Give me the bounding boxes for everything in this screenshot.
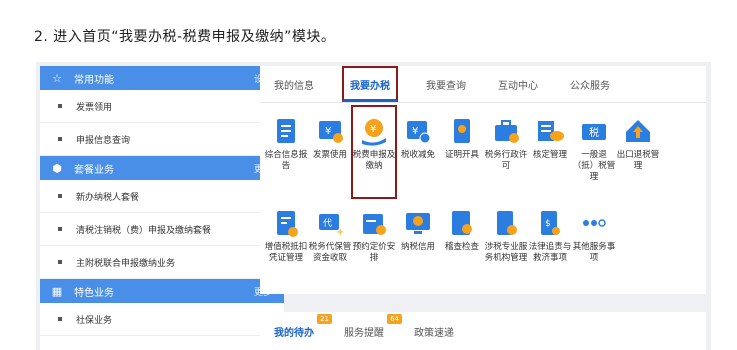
calendar-icon xyxy=(363,214,386,235)
svg-text:¥: ¥ xyxy=(370,124,376,135)
inspection-icon xyxy=(452,211,472,235)
service-invoice-use[interactable]: ¥ 发票使用 xyxy=(308,106,352,198)
service-legal-remedy[interactable]: $ 法律追责与救济事项 xyxy=(528,198,572,290)
service-grid: 综合信息报告 ¥ 发票使用 ¥ 税费申报及缴纳 ¥ 税收减免 证明开具 税务行政… xyxy=(264,105,704,290)
sidebar-item-joint-declaration[interactable]: 主附税联合申报缴纳业务 xyxy=(40,246,284,279)
section-common-functions[interactable]: ☆ 常用功能 设置 xyxy=(40,66,284,90)
svg-text:$: $ xyxy=(545,219,551,229)
bullet-icon xyxy=(58,227,62,231)
reminder-count-badge: 64 xyxy=(387,313,402,324)
agency-icon xyxy=(497,211,517,235)
service-row: 增值税抵扣凭证管理 代+ 税务代保管资金收取 预约定价安排 纳税信用 稽查检查 xyxy=(264,198,704,290)
document-icon xyxy=(277,119,295,143)
service-row: 综合信息报告 ¥ 发票使用 ¥ 税费申报及缴纳 ¥ 税收减免 证明开具 税务行政… xyxy=(264,105,704,199)
bullet-icon xyxy=(58,137,62,141)
refund-icon: 税 xyxy=(582,124,606,140)
briefcase-icon xyxy=(495,120,519,143)
sidebar-item-invoice-collect[interactable]: 发票领用 xyxy=(40,90,284,123)
sidebar-item-new-taxpayer[interactable]: 新办纳税人套餐 xyxy=(40,180,284,213)
star-icon: ☆ xyxy=(52,71,62,85)
service-professional-agency[interactable]: 涉税专业服务机构管理 xyxy=(484,198,528,290)
tab-interaction[interactable]: 互动中心 xyxy=(494,77,542,92)
service-certificate[interactable]: 证明开具 xyxy=(440,106,484,198)
service-other[interactable]: 其他服务事项 xyxy=(572,198,616,290)
service-info-report[interactable]: 综合信息报告 xyxy=(264,106,308,198)
service-assessment[interactable]: 核定管理 xyxy=(528,106,572,198)
upload-icon xyxy=(626,120,650,142)
assessment-icon xyxy=(538,121,564,141)
sidebar-item-social-security[interactable]: 社保业务 xyxy=(40,303,284,336)
service-inspection[interactable]: 稽查检查 xyxy=(440,198,484,290)
app-frame: ☆ 常用功能 设置 发票领用 申报信息查询 ⬢ 套餐业务 更多 新办纳税人套餐 … xyxy=(36,62,711,350)
vat-icon xyxy=(277,211,298,237)
svg-text:+: + xyxy=(336,227,344,238)
service-refund-management[interactable]: 税 一般退（抵）税管理 xyxy=(572,106,616,198)
tax-payment-icon: ¥ xyxy=(362,119,386,146)
bullet-icon xyxy=(58,317,62,321)
service-vat-deduction[interactable]: 增值税抵扣凭证管理 xyxy=(264,198,308,290)
svg-text:代: 代 xyxy=(323,218,332,229)
more-dots-icon xyxy=(583,219,606,227)
bullet-icon xyxy=(58,104,62,108)
invoice-icon: ¥ xyxy=(319,121,343,143)
bullet-icon xyxy=(58,260,62,264)
tax-reduction-icon: ¥ xyxy=(407,121,431,144)
tab-my-todo[interactable]: 我的待办 21 xyxy=(274,313,332,339)
service-pricing[interactable]: 预约定价安排 xyxy=(352,198,396,290)
todo-panel: 我的待办 21 服务提醒 64 政策速递 xyxy=(260,312,706,350)
section-package-business[interactable]: ⬢ 套餐业务 更多 xyxy=(40,156,284,180)
grid-icon: ▦ xyxy=(51,284,63,298)
main-panel: 我的信息 我要办税 我要查询 互动中心 公众服务 综合信息报告 ¥ 发票使用 ¥… xyxy=(260,66,706,294)
svg-text:税: 税 xyxy=(589,126,599,139)
main-tabs: 我的信息 我要办税 我要查询 互动中心 公众服务 xyxy=(260,66,706,103)
tab-public-service[interactable]: 公众服务 xyxy=(566,77,614,92)
package-icon: ⬢ xyxy=(52,161,62,175)
tab-policy-express[interactable]: 政策速递 xyxy=(414,324,454,339)
svg-text:¥: ¥ xyxy=(325,126,331,137)
service-tax-reduction[interactable]: ¥ 税收减免 xyxy=(396,106,440,198)
tab-service-reminder[interactable]: 服务提醒 64 xyxy=(344,313,402,339)
section-special-business[interactable]: ▦ 特色业务 更多 xyxy=(40,279,284,303)
todo-count-badge: 21 xyxy=(317,313,332,324)
custody-icon: 代+ xyxy=(319,214,344,238)
instruction-text: 2. 进入首页“我要办税-税费申报及缴纳”模块。 xyxy=(34,29,336,45)
svg-text:¥: ¥ xyxy=(412,126,418,137)
service-tax-credit[interactable]: 纳税信用 xyxy=(396,198,440,290)
tab-query[interactable]: 我要查询 xyxy=(422,77,470,92)
monitor-icon xyxy=(406,213,430,234)
certificate-icon xyxy=(454,119,470,143)
tab-my-info[interactable]: 我的信息 xyxy=(270,77,318,92)
tab-tax-handling[interactable]: 我要办税 xyxy=(342,66,398,102)
service-export-refund[interactable]: 出口退税管理 xyxy=(616,106,660,198)
sidebar-item-declaration-query[interactable]: 申报信息查询 xyxy=(40,123,284,156)
legal-icon: $ xyxy=(541,211,560,235)
sidebar-item-deregistration[interactable]: 清税注销税（费）申报及缴纳套餐 xyxy=(40,213,284,246)
service-tax-declaration-payment[interactable]: ¥ 税费申报及缴纳 xyxy=(351,105,397,199)
sidebar: ☆ 常用功能 设置 发票领用 申报信息查询 ⬢ 套餐业务 更多 新办纳税人套餐 … xyxy=(40,66,284,350)
todo-tabs: 我的待办 21 服务提醒 64 政策速递 xyxy=(260,312,706,350)
service-admin-license[interactable]: 税务行政许可 xyxy=(484,106,528,198)
bullet-icon xyxy=(58,194,62,198)
service-custody-funds[interactable]: 代 + 税务代保管资金收取 xyxy=(308,198,352,290)
